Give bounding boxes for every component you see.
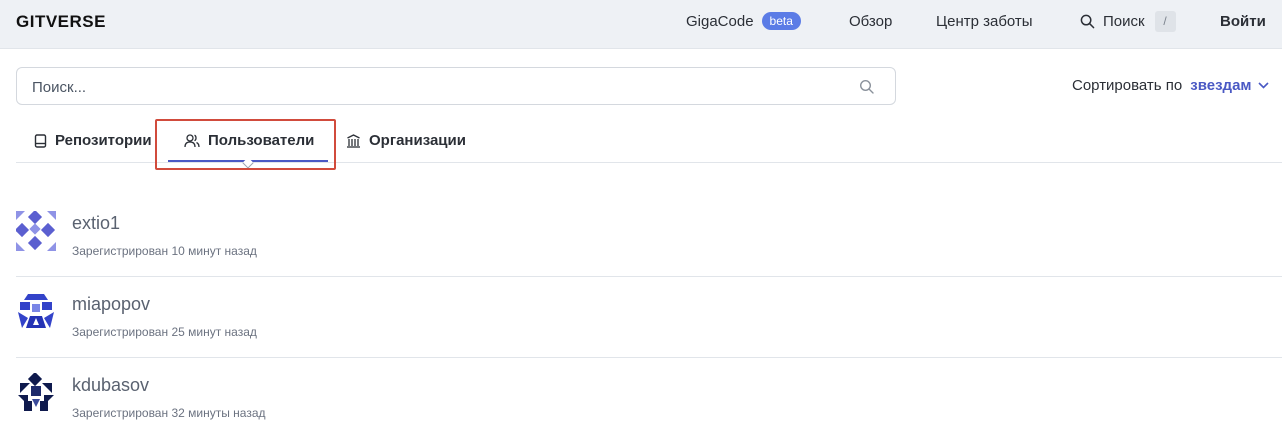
nav-gigacode[interactable]: GigaCode beta: [686, 0, 801, 42]
search-field[interactable]: [16, 67, 896, 105]
tab-repositories[interactable]: Репозитории: [34, 132, 152, 149]
nav-search[interactable]: Поиск /: [1080, 0, 1176, 42]
search-icon[interactable]: [859, 79, 875, 95]
nav-search-label: Поиск: [1103, 12, 1145, 30]
list-item[interactable]: miapopov Зарегистрирован 25 минут назад: [16, 277, 1282, 358]
sort-label: Сортировать по: [1072, 77, 1183, 94]
top-navbar: GITVERSE GigaCode beta Обзор Центр забот…: [0, 0, 1282, 49]
gitverse-logo[interactable]: GITVERSE: [16, 12, 166, 30]
registration-date: Зарегистрирован 10 минут назад: [72, 244, 257, 258]
username-link[interactable]: kdubasov: [72, 375, 149, 396]
search-input[interactable]: [32, 77, 852, 97]
repo-icon: [34, 133, 47, 148]
username-link[interactable]: miapopov: [72, 294, 150, 315]
chevron-down-icon: [1257, 82, 1269, 89]
tab-repositories-label: Репозитории: [55, 132, 152, 149]
username-link[interactable]: extio1: [72, 213, 120, 234]
user-list: extio1 Зарегистрирован 10 минут назад mi…: [16, 196, 1282, 429]
nav-gigacode-label: GigaCode: [686, 12, 754, 30]
list-item[interactable]: kdubasov Зарегистрирован 32 минуты назад: [16, 358, 1282, 429]
avatar[interactable]: [16, 292, 56, 332]
login-button[interactable]: Войти: [1220, 0, 1266, 42]
sort-value: звездам: [1190, 77, 1252, 94]
search-shortcut-key: /: [1154, 10, 1176, 32]
logo-text: GITVERSE: [16, 12, 106, 30]
list-item[interactable]: extio1 Зарегистрирован 10 минут назад: [16, 196, 1282, 277]
registration-date: Зарегистрирован 25 минут назад: [72, 325, 257, 339]
avatar[interactable]: [16, 211, 56, 251]
registration-date: Зарегистрирован 32 минуты назад: [72, 406, 266, 420]
tab-organizations[interactable]: Организации: [346, 132, 466, 149]
organization-icon: [347, 133, 360, 148]
nav-care-center[interactable]: Центр заботы: [936, 0, 1033, 42]
avatar[interactable]: [16, 373, 56, 413]
search-icon: [1080, 14, 1095, 28]
sort-dropdown[interactable]: Сортировать по звездам: [1072, 77, 1269, 94]
highlight-box: [155, 119, 336, 170]
beta-badge: beta: [761, 12, 801, 30]
tab-organizations-label: Организации: [369, 132, 466, 149]
nav-overview[interactable]: Обзор: [849, 0, 892, 42]
